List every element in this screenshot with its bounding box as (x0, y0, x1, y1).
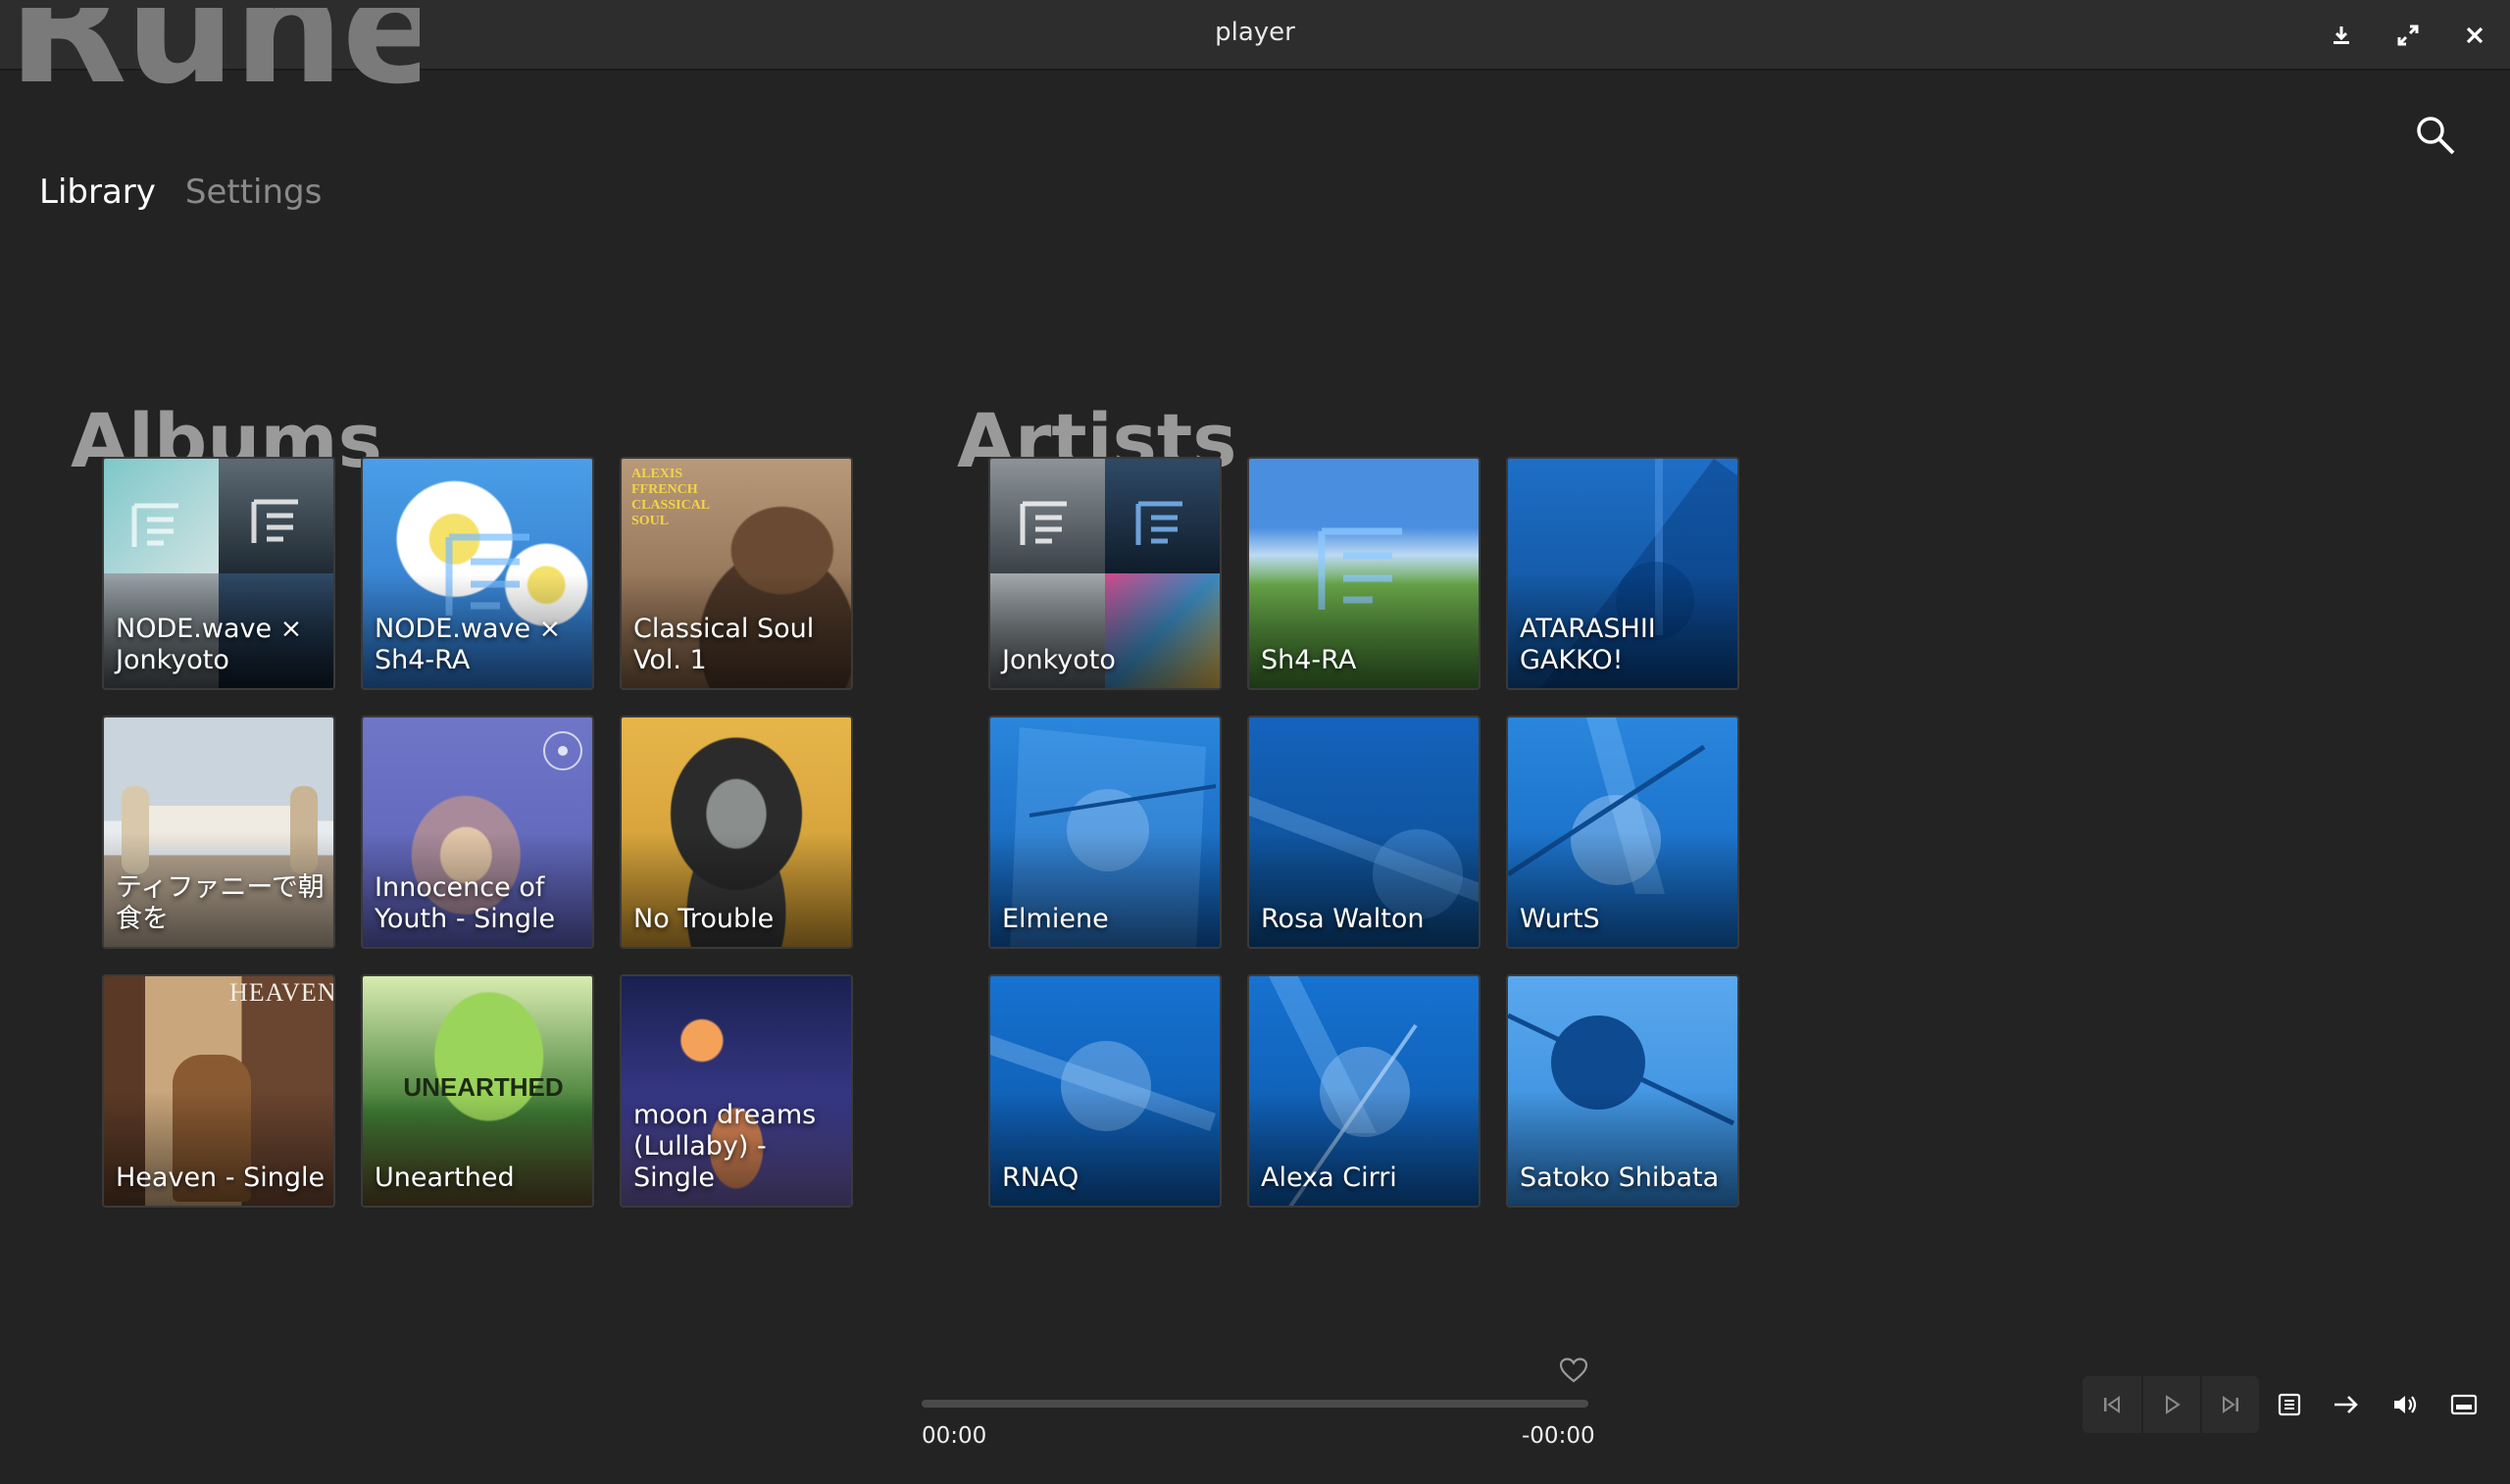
album-card[interactable]: HEAVEN Heaven - Single (102, 974, 335, 1208)
album-card[interactable]: Innocence of Youth - Single (361, 716, 594, 949)
album-cover-text: HEAVEN (229, 978, 335, 1007)
album-card[interactable]: ALEXIS FFRENCH CLASSICAL SOUL Classical … (620, 457, 853, 690)
artist-card[interactable]: RNAQ (988, 974, 1222, 1208)
album-title: No Trouble (633, 904, 775, 934)
album-title: Classical Soul Vol. 1 (633, 614, 815, 675)
artist-name: Alexa Cirri (1261, 1162, 1397, 1193)
album-card[interactable]: No Trouble (620, 716, 853, 949)
album-title: Innocence of Youth - Single (375, 872, 556, 934)
queue-icon[interactable] (2261, 1376, 2318, 1433)
close-icon[interactable] (2453, 14, 2496, 57)
artist-card[interactable]: Jonkyoto (988, 457, 1222, 690)
artist-name: WurtS (1520, 904, 1600, 934)
album-title: ティファニーで朝食を (116, 872, 325, 934)
artist-name: ATARASHII GAKKO! (1520, 614, 1656, 675)
remaining-time: -00:00 (1522, 1423, 1595, 1449)
download-icon[interactable] (2320, 14, 2363, 57)
music-logo-icon (251, 499, 298, 543)
tab-library[interactable]: Library (39, 173, 156, 212)
maximize-icon[interactable] (2386, 14, 2430, 57)
album-card[interactable]: NODE.wave × Sh4-RA (361, 457, 594, 690)
artist-card[interactable]: Sh4-RA (1247, 457, 1481, 690)
artist-name: Rosa Walton (1261, 904, 1425, 934)
album-cover-text: ALEXIS FFRENCH CLASSICAL SOUL (631, 467, 710, 528)
album-card[interactable]: NODE.wave × Jonkyoto (102, 457, 335, 690)
progress-bar[interactable] (922, 1400, 1588, 1408)
play-icon[interactable] (2141, 1376, 2200, 1433)
artist-name: Satoko Shibata (1520, 1162, 1720, 1193)
artist-card[interactable]: Alexa Cirri (1247, 974, 1481, 1208)
heart-icon[interactable] (1559, 1357, 1590, 1388)
main-nav: Library Settings (39, 173, 322, 212)
badge-icon (543, 731, 582, 770)
album-title: NODE.wave × Sh4-RA (375, 614, 562, 675)
artist-card[interactable]: Rosa Walton (1247, 716, 1481, 949)
album-card[interactable]: UNEARTHED Unearthed (361, 974, 594, 1208)
volume-icon[interactable] (2377, 1376, 2434, 1433)
artist-card[interactable]: WurtS (1506, 716, 1739, 949)
album-title: Unearthed (375, 1162, 515, 1193)
album-card[interactable]: moon dreams (Lullaby) - Single (620, 974, 853, 1208)
artist-name: Jonkyoto (1002, 645, 1116, 675)
music-logo-icon (1020, 501, 1067, 545)
search-icon[interactable] (2414, 114, 2463, 163)
artist-name: Elmiene (1002, 904, 1109, 934)
music-logo-icon (1135, 501, 1182, 545)
album-title: NODE.wave × Jonkyoto (116, 614, 303, 675)
playback-controls (2083, 1376, 2259, 1433)
previous-icon[interactable] (2083, 1376, 2141, 1433)
app-logo: Rune (8, 8, 420, 119)
next-icon[interactable] (2200, 1376, 2259, 1433)
artist-card[interactable]: Elmiene (988, 716, 1222, 949)
album-card[interactable]: ティファニーで朝食を (102, 716, 335, 949)
tab-settings[interactable]: Settings (185, 173, 322, 212)
arrow-right-icon[interactable] (2318, 1376, 2375, 1433)
album-title: moon dreams (Lullaby) - Single (633, 1100, 817, 1193)
artist-name: RNAQ (1002, 1162, 1079, 1193)
miniplayer-icon[interactable] (2435, 1376, 2492, 1433)
artist-name: Sh4-RA (1261, 645, 1357, 675)
album-title: Heaven - Single (116, 1162, 326, 1193)
music-logo-icon (131, 503, 178, 547)
artist-card[interactable]: Satoko Shibata (1506, 974, 1739, 1208)
artist-card[interactable]: ATARASHII GAKKO! (1506, 457, 1739, 690)
elapsed-time: 00:00 (922, 1423, 987, 1449)
